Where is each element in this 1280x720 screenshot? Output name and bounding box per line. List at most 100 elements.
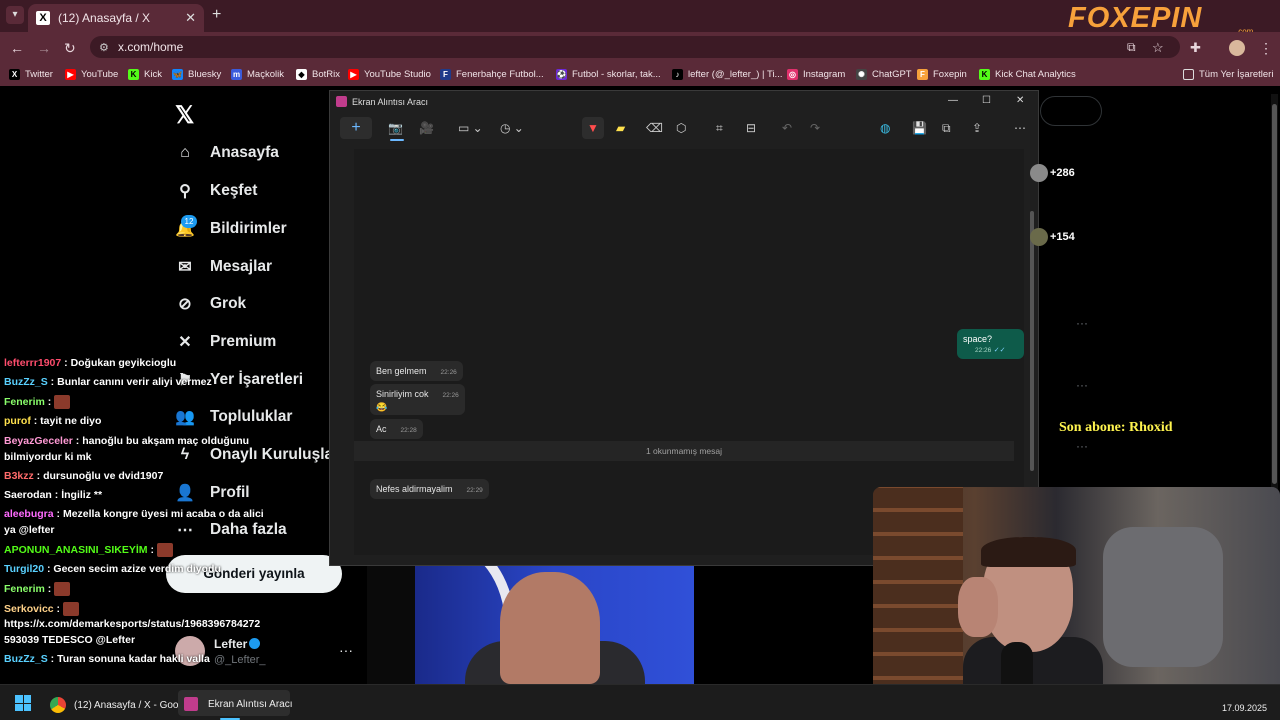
edit-in-paint-icon[interactable]: ◍ [880,121,890,135]
outgoing-message: space? 22:26 ✓✓ [957,329,1024,359]
nav-home[interactable]: ⌂ Anasayfa [174,142,279,164]
search-box-edge[interactable] [1040,96,1102,126]
nav-more[interactable]: ⋯ Daha fazla [174,519,287,541]
bookmark-mackolik[interactable]: m Maçkolik [231,69,284,80]
more-options-icon[interactable]: ··· [1076,316,1088,330]
new-tab-button[interactable]: + [212,6,221,24]
video-icon[interactable]: 🎥 [419,121,434,135]
copy-icon[interactable]: ⧉ [942,121,951,136]
x-home-logo-icon[interactable]: 𝕏 [175,101,194,130]
bookmark-star-icon[interactable]: ☆ [1152,40,1164,56]
shapes-icon[interactable]: ⬡ [676,121,686,135]
more-options-icon[interactable]: ··· [1076,378,1088,392]
chat-message: ya @lefter [4,524,55,536]
chat-username: BeyazGeceler [4,435,73,447]
youtube-icon: ▶ [65,69,76,80]
bookmark-youtube[interactable]: ▶ YouTube [65,69,118,80]
delay-dropdown[interactable]: ◷ ⌄ [500,121,524,135]
reload-icon[interactable]: ↻ [64,40,76,57]
chat-username: APONUN_ANASINI_SIKEYİM [4,543,148,556]
browser-tab[interactable]: X (12) Anasayfa / X ✕ [28,4,204,32]
text-actions-icon[interactable]: ⊟ [746,121,756,135]
futbol-icon: ⚽ [556,69,567,80]
bookmark-tiktok[interactable]: ♪ lefter (@_lefter_) | Ti... [672,69,782,80]
nav-communities[interactable]: 👥 Topluluklar [174,406,292,428]
back-arrow-icon[interactable]: ← [10,40,24,56]
followers-preview-2[interactable]: +154 [1030,228,1075,246]
account-menu-icon[interactable]: ··· [339,642,353,658]
bookmark-botrix[interactable]: ◆ BotRix [296,69,340,80]
redo-icon[interactable]: ↷ [810,121,820,135]
install-app-icon[interactable]: ⧉ [1127,40,1136,55]
camera-icon[interactable]: 📷 [388,121,403,135]
embedded-video[interactable] [415,566,694,684]
incoming-message: Sinirliyim cok 22:26 😂 [370,384,465,415]
nav-premium[interactable]: ✕ Premium [174,331,276,353]
snip-title: Ekran Alıntısı Aracı [352,97,429,107]
verified-badge-icon [249,638,260,649]
save-icon[interactable]: 💾 [912,121,927,135]
nav-grok[interactable]: ⊘ Grok [174,293,246,315]
tab-search-button[interactable]: ▾ [6,6,24,24]
chat-text: 593039 TEDESCO @Lefter [4,634,136,646]
menu-kebab-icon[interactable]: ⋮ [1259,40,1273,57]
bookmark-instagram[interactable]: ◎ Instagram [787,69,845,80]
profile-avatar[interactable] [1229,40,1245,56]
chat-text: Bunlar canını verir aliyi vermez [57,376,212,388]
bookmark-futbol[interactable]: ⚽ Futbol - skorlar, tak... [556,69,661,80]
pen-icon[interactable]: ▼ [582,117,604,139]
bookmark-fenerbahce[interactable]: F Fenerbahçe Futbol... [440,69,544,80]
taskbar-snipping-tool[interactable]: Ekran Alıntısı Aracı [184,697,292,711]
bookmark-youtube-studio[interactable]: ▶ YouTube Studio [348,69,431,80]
snip-scrollbar[interactable] [1030,211,1034,471]
bookmark-all[interactable]: Tüm Yer İşaretleri [1183,69,1273,80]
nav-profile[interactable]: 👤 Profil [174,482,250,504]
share-icon[interactable]: ⇪ [972,121,982,135]
maximize-icon[interactable]: ☐ [982,95,991,106]
bookmark-kick[interactable]: K Kick [128,69,162,80]
notification-badge: 12 [181,215,197,228]
video-person-face [500,572,600,684]
mackolik-icon: m [231,69,242,80]
chat-message: Fenerim : [4,395,71,409]
chat-text: Doğukan geyikcioglu [70,357,177,369]
nav-verified-orgs[interactable]: ϟ Onaylı Kuruluşlar [174,444,339,466]
more-options-icon[interactable]: ⋯ [1014,121,1026,135]
extensions-icon[interactable]: ✚ [1190,40,1201,56]
site-info-icon[interactable]: ⚙ [99,41,109,54]
chat-separator: : [33,470,44,482]
youtube-studio-icon: ▶ [348,69,359,80]
chat-separator: : [53,602,63,615]
read-receipt-icon: ✓✓ [993,347,1006,354]
new-snip-button[interactable]: + [340,117,372,139]
taskbar-chrome[interactable]: (12) Anasayfa / X - Goog [50,697,184,713]
tiktok-icon: ♪ [672,69,683,80]
highlighter-icon[interactable]: ▰ [616,121,625,135]
bookmark-kick-analytics[interactable]: K Kick Chat Analytics [979,69,1076,80]
minimize-icon[interactable]: — [948,95,958,106]
followers-preview-1[interactable]: +286 [1030,164,1075,182]
x-premium-icon: ✕ [178,334,192,351]
page-scrollbar-thumb[interactable] [1272,104,1277,484]
bookmark-chatgpt[interactable]: ✺ ChatGPT [856,69,912,80]
last-subscriber-overlay: Son abone: Rhoxid [1059,420,1173,435]
bookmark-twitter[interactable]: X Twitter [9,69,53,80]
snip-shape-dropdown[interactable]: ▭ ⌄ [458,121,483,135]
tab-close-icon[interactable]: ✕ [185,10,196,26]
more-options-icon[interactable]: ··· [1076,439,1088,453]
bluesky-icon: 🦋 [172,69,183,80]
undo-icon[interactable]: ↶ [782,121,792,135]
chat-message: purof : tayit ne diyo [4,415,101,427]
nav-explore[interactable]: ⚲ Keşfet [174,180,257,202]
close-icon[interactable]: ✕ [1016,95,1024,106]
forward-arrow-icon[interactable]: → [37,40,51,56]
start-button[interactable] [15,695,31,711]
eraser-icon[interactable]: ⌫ [646,121,663,135]
crop-icon[interactable]: ⌗ [716,121,723,136]
address-bar[interactable]: ⚙ x.com/home [90,36,1180,58]
nav-messages[interactable]: ✉ Mesajlar [174,256,272,278]
bookmark-bluesky[interactable]: 🦋 Bluesky [172,69,221,80]
chat-username: aleebugra [4,508,54,520]
chat-text: ya @lefter [4,524,55,536]
bookmark-foxepin[interactable]: F Foxepin [917,69,967,80]
